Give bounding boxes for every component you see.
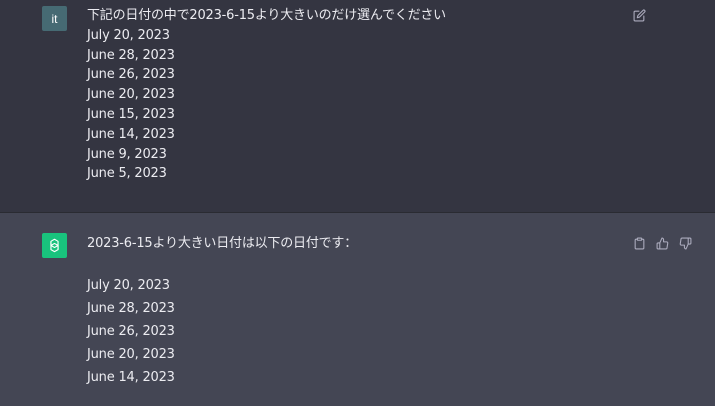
assistant-date-item: June 26, 2023: [87, 324, 175, 339]
user-date-item: June 5, 2023: [87, 166, 167, 182]
assistant-intro-text: 2023-6-15より大きい日付は以下の日付です：: [87, 236, 358, 251]
user-date-item: June 28, 2023: [87, 47, 175, 63]
user-avatar: it: [42, 6, 67, 31]
openai-logo-icon: [42, 233, 67, 258]
assistant-date-list: July 20, 2023 June 28, 2023 June 26, 202…: [87, 274, 175, 389]
assistant-date-item: June 20, 2023: [87, 347, 175, 362]
assistant-date-item: June 28, 2023: [87, 301, 175, 316]
user-date-item: June 14, 2023: [87, 126, 175, 142]
user-date-item: June 20, 2023: [87, 87, 175, 103]
user-date-item: June 26, 2023: [87, 67, 175, 83]
clipboard-icon[interactable]: [631, 235, 647, 251]
thumbs-down-icon[interactable]: [677, 235, 693, 251]
assistant-intro: 2023-6-15より大きい日付は以下の日付です：: [87, 234, 357, 254]
assistant-date-item: June 14, 2023: [87, 370, 175, 385]
user-date-item: July 20, 2023: [87, 27, 170, 43]
user-question: 下記の日付の中で2023-6-15より大きいのだけ選んでください: [87, 8, 446, 23]
edit-icon[interactable]: [631, 7, 647, 23]
user-message-text: 下記の日付の中で2023-6-15より大きいのだけ選んでください July 20…: [87, 6, 446, 184]
assistant-date-item: July 20, 2023: [87, 278, 170, 293]
user-date-item: June 15, 2023: [87, 106, 175, 122]
thumbs-up-icon[interactable]: [654, 235, 670, 251]
user-avatar-label: it: [51, 11, 58, 26]
user-date-item: June 9, 2023: [87, 146, 167, 162]
